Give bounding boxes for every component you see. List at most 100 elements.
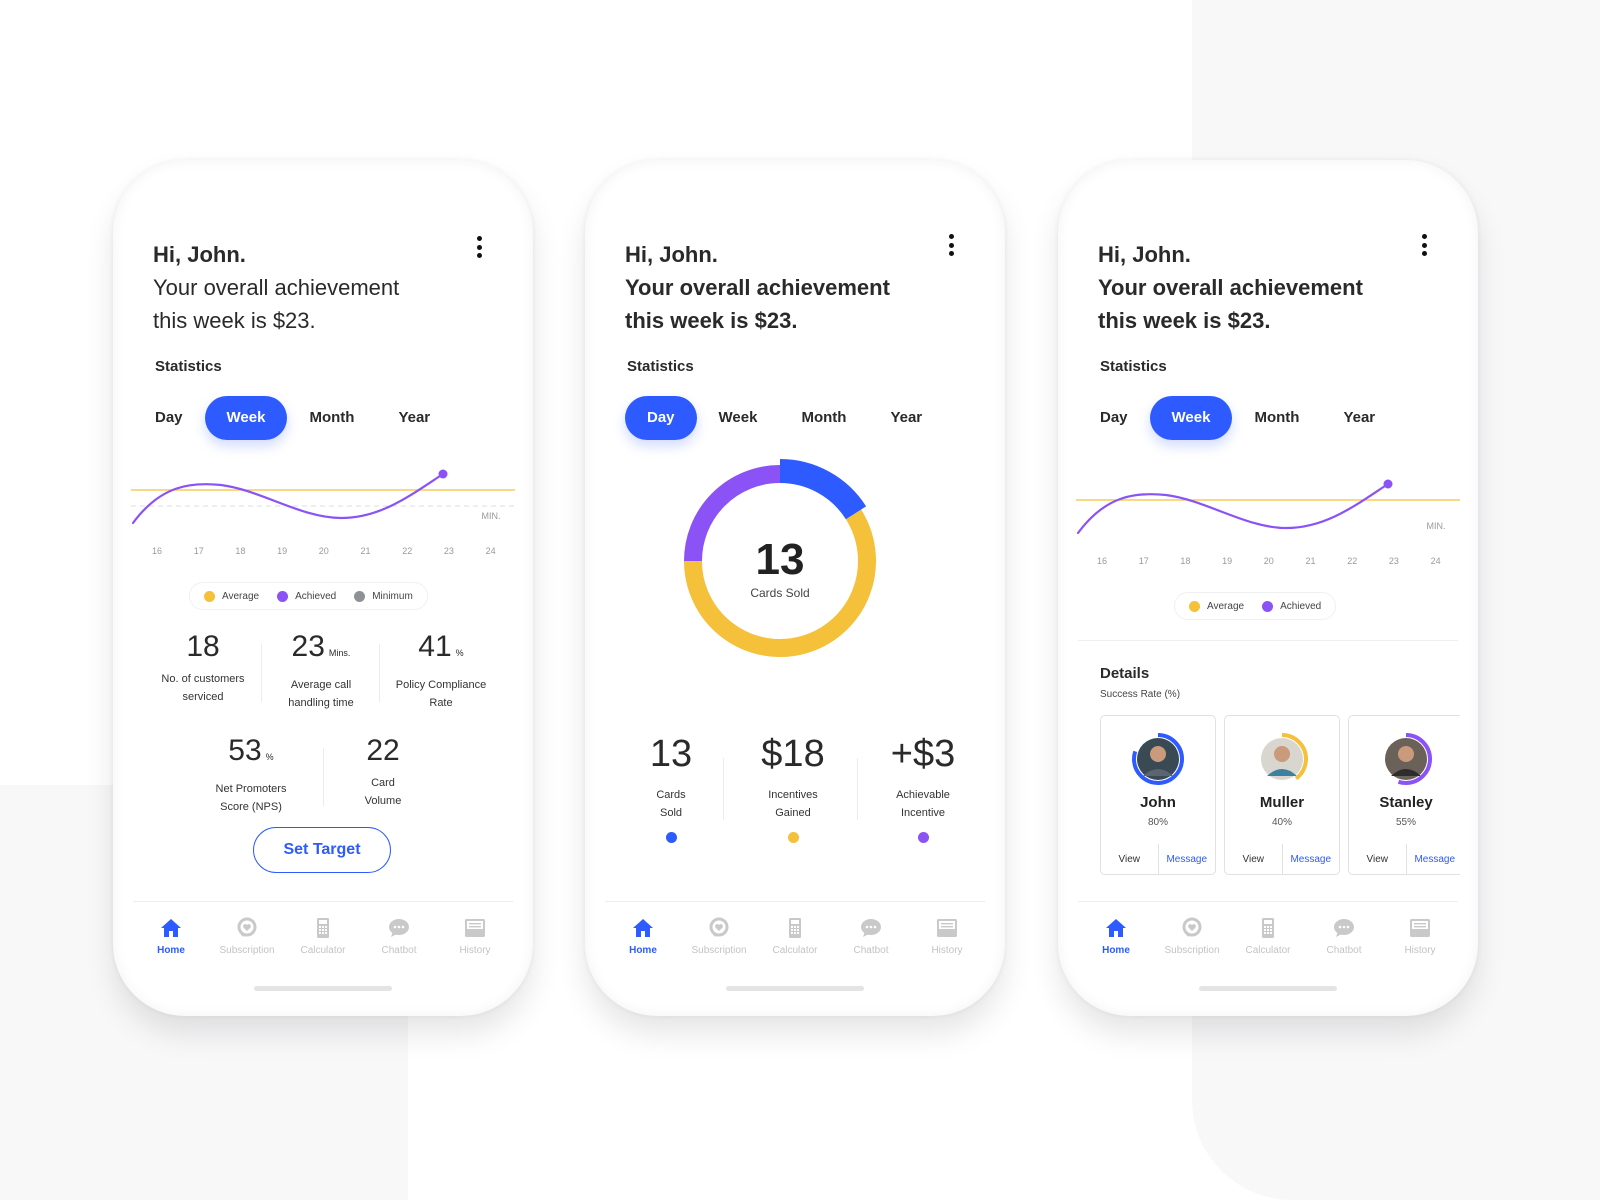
tab-day[interactable]: Day (153, 396, 205, 440)
nav-item-calculator[interactable]: Calculator (1230, 916, 1306, 956)
metric-value: 41 (418, 630, 452, 663)
view-button[interactable]: View (1349, 844, 1407, 874)
nav-label: Home (157, 945, 185, 956)
achievement-line-2: this week is $23. (625, 308, 798, 333)
metric-label: Card (371, 777, 395, 789)
nav-item-subscription[interactable]: Subscription (681, 916, 757, 956)
summary-label: Incentive (900, 807, 946, 819)
nav-label: Chatbot (853, 945, 889, 956)
x-tick-label: 20 (1264, 556, 1274, 566)
avatar[interactable] (1379, 732, 1433, 786)
legend-label: Minimum (372, 590, 413, 602)
nav-item-calculator[interactable]: Calculator (285, 916, 361, 956)
avatar[interactable] (1131, 732, 1185, 786)
x-tick-label: 16 (1097, 556, 1107, 566)
tab-day[interactable]: Day (625, 396, 697, 440)
x-tick-label: 24 (486, 546, 496, 556)
legend-dot-yellow (787, 832, 799, 843)
nav-item-history[interactable]: History (437, 916, 513, 956)
summary-value: 13 (649, 733, 693, 775)
chart-legend: Average Achieved (1174, 592, 1337, 620)
x-tick-label: 17 (1139, 556, 1149, 566)
achieved-point[interactable] (438, 469, 448, 479)
view-button[interactable]: View (1225, 844, 1283, 874)
history-icon (937, 919, 957, 937)
nav-item-home[interactable]: Home (605, 916, 681, 956)
tab-week[interactable]: Week (204, 396, 288, 440)
kebab-menu-icon[interactable] (947, 234, 955, 256)
chatbot-icon (389, 919, 409, 937)
metric-label: handling time (288, 697, 354, 709)
summary-label: Achievable (896, 789, 950, 801)
cards-donut-chart: 13 Cards Sold (675, 456, 885, 666)
metric-policy-compliance: 41% Policy Compliance Rate (379, 630, 503, 712)
nav-item-chatbot[interactable]: Chatbot (361, 916, 437, 956)
chart-legend: Average Achieved Minimum (189, 582, 428, 610)
nav-item-history[interactable]: History (909, 916, 985, 956)
achievement-line-1: Your overall achievement (153, 275, 400, 300)
message-button[interactable]: Message (1407, 844, 1461, 874)
subscription-icon (1182, 917, 1202, 937)
phone-weekly-metrics: Hi, John. Your overall achievement this … (113, 160, 533, 1016)
kebab-menu-icon[interactable] (1420, 234, 1428, 256)
achieved-point[interactable] (1383, 479, 1393, 489)
team-cards: John 80% View Message Muller 40% View Message St… (1100, 715, 1460, 877)
tab-month[interactable]: Month (1232, 396, 1321, 440)
home-indicator[interactable] (726, 986, 864, 991)
tab-day[interactable]: Day (1098, 396, 1150, 440)
legend-item: Achieved (1262, 600, 1321, 612)
kebab-menu-icon[interactable] (475, 236, 483, 258)
tab-year[interactable]: Year (868, 396, 944, 440)
divider (261, 644, 262, 702)
nav-item-chatbot[interactable]: Chatbot (1306, 916, 1382, 956)
legend-item: Minimum (354, 590, 413, 602)
donut-segment-cards-sold[interactable] (779, 459, 867, 520)
nav-item-calculator[interactable]: Calculator (757, 916, 833, 956)
legend-label: Average (1207, 600, 1245, 612)
nav-item-subscription[interactable]: Subscription (209, 916, 285, 956)
x-tick-label: 18 (1180, 556, 1190, 566)
tab-week[interactable]: Week (1149, 396, 1233, 440)
nav-item-subscription[interactable]: Subscription (1154, 916, 1230, 956)
metric-label: Net Promoters (215, 783, 287, 795)
metric-label: Policy Compliance (395, 679, 487, 691)
home-indicator[interactable] (1199, 986, 1337, 991)
history-icon (465, 919, 485, 937)
card-actions: View Message (1349, 844, 1460, 874)
nav-item-home[interactable]: Home (133, 916, 209, 956)
tab-month[interactable]: Month (779, 396, 868, 440)
home-indicator[interactable] (254, 986, 392, 991)
tab-year[interactable]: Year (376, 396, 452, 440)
greeting-block: Hi, John. Your overall achievement this … (1098, 238, 1363, 337)
period-tabs: Day Week Month Year (625, 396, 944, 440)
set-target-button[interactable]: Set Target (253, 827, 391, 873)
summary-value: $18 (761, 733, 825, 775)
legend-dot (204, 590, 215, 602)
team-member-card: Muller 40% View Message (1224, 715, 1340, 875)
nav-item-home[interactable]: Home (1078, 916, 1154, 956)
metric-card-volume: 22 Card Volume (333, 734, 433, 810)
x-tick-label: 22 (1347, 556, 1357, 566)
nav-item-chatbot[interactable]: Chatbot (833, 916, 909, 956)
legend-label: Achieved (295, 590, 337, 602)
tab-week[interactable]: Week (697, 396, 780, 440)
x-tick-label: 21 (1305, 556, 1315, 566)
view-button[interactable]: View (1101, 844, 1159, 874)
nav-divider (133, 901, 513, 902)
tab-year[interactable]: Year (1321, 396, 1397, 440)
metric-call-time: 23 Mins. Average call handling time (263, 630, 379, 712)
tab-month[interactable]: Month (287, 396, 376, 440)
x-tick-label: 19 (277, 546, 287, 556)
greeting: Hi, John. (153, 242, 246, 267)
nav-item-history[interactable]: History (1382, 916, 1458, 956)
donut-center-value: 13 (755, 535, 805, 584)
bottom-nav: Home Subscription Calculator Chatbot History (133, 916, 513, 956)
legend-dot-blue (665, 832, 677, 843)
legend-dot (1262, 600, 1274, 612)
message-button[interactable]: Message (1283, 844, 1340, 874)
avatar[interactable] (1255, 732, 1309, 786)
member-success-rate: 55% (1395, 817, 1416, 828)
message-button[interactable]: Message (1159, 844, 1216, 874)
metric-nps: 53% Net Promoters Score (NPS) (193, 734, 309, 816)
member-name: John (1140, 794, 1176, 811)
